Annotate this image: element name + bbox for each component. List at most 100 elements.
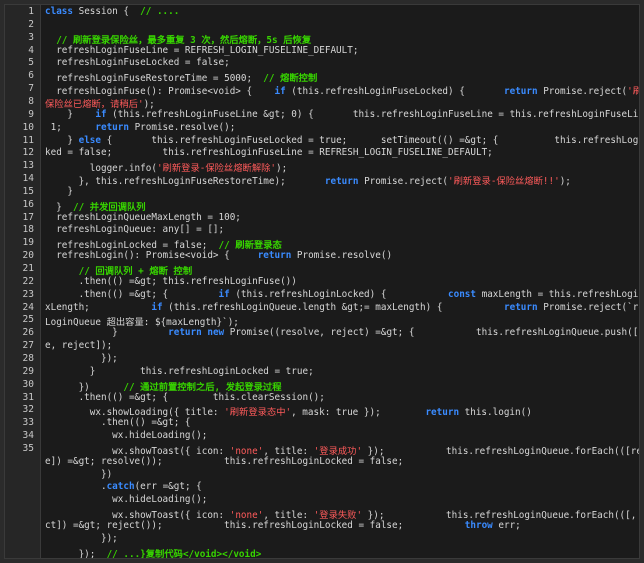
code-token: Promise.reject( — [537, 86, 628, 98]
code-token: , mask: true }); — [291, 407, 426, 419]
code-line: } return new Promise((resolve, reject) =… — [45, 327, 640, 339]
code-token: Promise.reject(`refresh — [543, 301, 639, 313]
line-number: 24 — [22, 301, 34, 313]
line-number: 35 — [22, 442, 34, 454]
code-line: refreshLoginFuseLocked = false; — [45, 57, 230, 68]
comment-token: // .... — [140, 6, 180, 17]
code-line: }); — [45, 353, 118, 364]
line-number: 32 — [22, 404, 34, 416]
keyword-token: return — [425, 407, 460, 419]
code-token: }); this.refreshLoginQueue.forEach(([res… — [362, 445, 640, 457]
line-number: 17 — [22, 211, 34, 223]
line-number: 7 — [28, 83, 34, 95]
keyword-token: if — [218, 288, 230, 300]
code-line: xLength; if (this.refreshLoginQueue.leng… — [45, 301, 639, 313]
code-token: } this.refreshLoginLocked = true; — [45, 365, 314, 377]
code-line: e, reject]); — [45, 340, 112, 351]
code-token: ct]) =&gt; reject()); this.refreshLoginL… — [45, 520, 465, 531]
code-token: 1; — [45, 121, 96, 133]
string-token: '刷新登录- — [627, 86, 639, 98]
string-token: '刷新登录-保险丝熔断!!' — [448, 176, 560, 188]
code-viewer: 1 2 3 4 5 6 7 8 9 10 11 12 13 14 15 16 17 18 19 20 21 22 23 24 2… — [4, 4, 640, 559]
code-line: .then(() =&gt; { this.clearSession(); — [45, 392, 325, 403]
line-number: 23 — [22, 288, 34, 300]
line-number: 4 — [28, 44, 34, 56]
code-token: Promise.resolve(); — [128, 121, 236, 133]
code-token: (this.refreshLoginQueue.length &gt;= max… — [162, 301, 504, 313]
line-number: 14 — [22, 173, 34, 185]
code-line: refreshLoginQueue: any[] = []; — [45, 224, 224, 235]
code-line: }); — [45, 533, 118, 544]
code-line: } if (this.refreshLoginFuseLine &gt; 0) … — [45, 108, 640, 120]
line-number: 9 — [28, 108, 34, 120]
code-line: } else { this.refreshLoginFuseLocked = t… — [45, 134, 640, 146]
line-number: 33 — [22, 417, 34, 429]
line-number: 2 — [28, 18, 34, 30]
code-line: refreshLoginFuseLine = REFRESH_LOGIN_FUS… — [45, 45, 358, 56]
keyword-token: class — [45, 6, 79, 17]
code-token: this.login() — [459, 407, 532, 419]
keyword-token: new — [207, 327, 225, 339]
code-token: .then(() =&gt; { — [45, 417, 191, 429]
keyword-token: else — [78, 134, 101, 146]
code-token: refreshLoginFuseLocked = false; — [45, 57, 230, 69]
line-number: 31 — [22, 391, 34, 403]
line-number: 21 — [22, 263, 34, 274]
code-line: }) — [45, 469, 112, 480]
keyword-token: return — [95, 121, 129, 133]
string-token: '刷新登录态中' — [224, 407, 292, 419]
code-line: class Session { // .... — [45, 6, 179, 17]
line-number: 19 — [22, 237, 34, 249]
code-line: } this.refreshLoginLocked = true; — [45, 366, 314, 377]
code-line: wx.hideLoading(); — [45, 430, 207, 441]
keyword-token: return — [504, 86, 538, 98]
code-line: }, this.refreshLoginFuseRestoreTime); re… — [45, 173, 571, 187]
line-number: 27 — [22, 340, 34, 352]
line-number: 5 — [28, 57, 34, 69]
code-token: (this.refreshLoginLocked) { — [229, 288, 449, 300]
code-token: } — [45, 134, 79, 146]
line-number: 11 — [22, 134, 34, 146]
code-token: err; — [492, 520, 521, 531]
code-token: Promise.resolve() — [291, 250, 393, 262]
code-token: { this.refreshLoginFuseLocked = true; se… — [100, 134, 640, 146]
code-token: e]) =&gt; resolve()); this.refreshLoginL… — [45, 455, 404, 467]
code-token: }); — [45, 352, 118, 364]
code-line: .then(() =&gt; { if (this.refreshLoginLo… — [45, 288, 639, 300]
code-line: .catch(err =&gt; { — [45, 481, 202, 492]
code-token: e, reject]); — [45, 340, 113, 352]
code-token: ); — [559, 176, 571, 188]
code-token: (this.refreshLoginFuseLocked) { — [285, 86, 504, 98]
keyword-token: return — [324, 176, 359, 188]
code-token: Session { — [78, 6, 141, 17]
keyword-token: catch — [106, 481, 135, 493]
line-number: 6 — [28, 70, 34, 82]
keyword-token: if — [95, 108, 107, 120]
code-token: Promise.reject( — [358, 176, 449, 188]
line-number: 29 — [22, 365, 34, 377]
keyword-token: throw — [464, 520, 493, 531]
code-token: refreshLoginQueue: any[] = []; — [45, 224, 225, 236]
line-number: 15 — [22, 185, 34, 197]
line-number: 13 — [22, 160, 34, 172]
code-token: maxLength = this.refreshLoginQueueMa — [481, 288, 639, 300]
code-line: 1; return Promise.resolve(); — [45, 121, 236, 133]
code-token: }); — [45, 548, 107, 559]
code-token: }) — [45, 468, 113, 480]
code-token: ked = false; this.refreshLoginFuseLine =… — [45, 147, 493, 159]
code-token: }); — [45, 532, 118, 544]
line-number: 12 — [22, 147, 34, 159]
code-token: (this.refreshLoginFuseLine &gt; 0) { thi… — [106, 108, 640, 120]
keyword-token: return — [257, 250, 292, 262]
code-token: .then(() =&gt; this.refreshLoginFuse()) — [45, 275, 297, 287]
code-line: } — [45, 186, 73, 197]
keyword-token: return — [168, 327, 202, 339]
line-number: 8 — [28, 95, 34, 107]
code-token: .then(() =&gt; { this.clearSession(); — [45, 391, 325, 403]
code-line: .then(() =&gt; this.refreshLoginFuse()) — [45, 276, 297, 287]
code-token: Promise((resolve, reject) =&gt; { this.r… — [224, 327, 640, 339]
comment-token: // ...}复制代码</void></void> — [106, 548, 262, 559]
line-number: 3 — [28, 31, 34, 43]
line-number: 18 — [22, 224, 34, 236]
line-number: 10 — [22, 121, 34, 133]
